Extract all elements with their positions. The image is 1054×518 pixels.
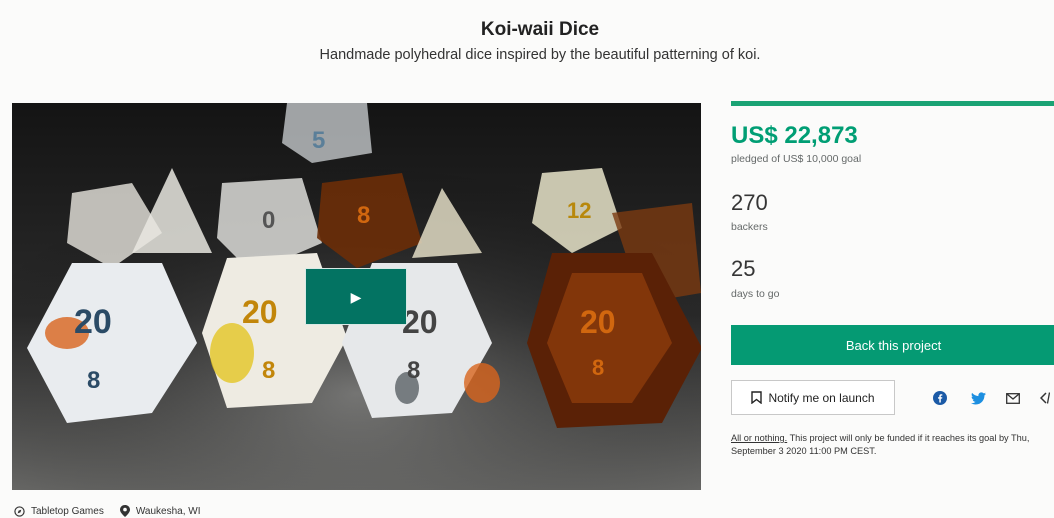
days-to-go-label: days to go [731, 288, 780, 300]
project-title: Koi-waii Dice [480, 19, 600, 40]
notify-label: Notify me on launch [768, 390, 875, 405]
twitter-icon [970, 391, 986, 404]
backers-count: 270 [731, 190, 768, 215]
funding-progress-fill [731, 101, 1054, 106]
project-meta: Tabletop Games Waukesha, WI [14, 505, 216, 517]
play-button[interactable]: ▶ [305, 268, 407, 325]
svg-text:8: 8 [262, 357, 275, 384]
location-pin-icon [119, 505, 130, 517]
category-label: Tabletop Games [31, 505, 104, 517]
all-or-nothing-link[interactable]: All or nothing. [731, 433, 787, 443]
notify-launch-button[interactable]: Notify me on launch [731, 380, 895, 415]
embed-icon [1040, 392, 1050, 404]
svg-text:8: 8 [592, 355, 604, 380]
location-link[interactable]: Waukesha, WI [119, 505, 201, 517]
play-icon: ▶ [350, 288, 362, 305]
pledged-goal: pledged of US$ 10,000 goal [731, 153, 862, 165]
svg-text:20: 20 [74, 303, 112, 341]
project-subtitle: Handmade polyhedral dice inspired by the… [319, 47, 761, 63]
svg-text:0: 0 [262, 207, 275, 234]
category-link[interactable]: Tabletop Games [14, 506, 104, 517]
share-facebook-button[interactable] [930, 388, 950, 408]
share-twitter-button[interactable] [968, 388, 988, 408]
bookmark-icon [751, 391, 763, 404]
facebook-icon [933, 391, 947, 405]
funding-terms: All or nothing. This project will only b… [731, 432, 1054, 458]
location-label: Waukesha, WI [135, 505, 201, 517]
svg-text:8: 8 [87, 367, 100, 394]
email-icon [1006, 392, 1020, 404]
svg-text:5: 5 [312, 127, 325, 154]
funding-progress-bar [731, 101, 1054, 106]
backers-label: backers [731, 221, 768, 233]
share-email-button[interactable] [1003, 388, 1023, 408]
svg-text:20: 20 [580, 304, 616, 340]
svg-text:20: 20 [242, 294, 278, 330]
days-to-go-count: 25 [731, 256, 756, 281]
compass-icon [14, 505, 25, 517]
svg-text:8: 8 [407, 357, 420, 384]
share-embed-button[interactable] [1036, 388, 1054, 408]
svg-text:12: 12 [567, 198, 591, 223]
project-video[interactable]: 20 20 20 20 8 8 8 8 12 0 8 5 ▶ [12, 103, 701, 490]
back-project-button[interactable]: Back this project [731, 325, 1054, 365]
svg-text:20: 20 [402, 304, 438, 340]
pledged-amount: US$ 22,873 [731, 122, 858, 149]
svg-text:8: 8 [357, 202, 370, 229]
